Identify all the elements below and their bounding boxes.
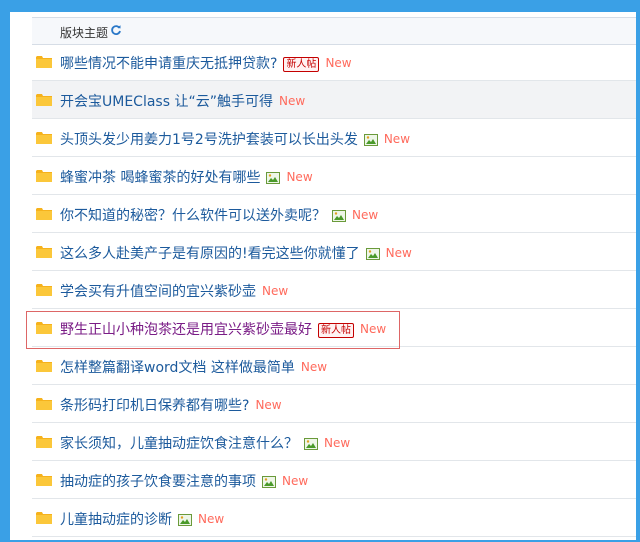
thread-row: 家长须知，儿童抽动症饮食注意什么？ New: [32, 423, 636, 461]
thread-title-text: 哪些情况不能申请重庆无抵押贷款?: [60, 56, 278, 72]
new-label: New: [286, 170, 313, 184]
thread-title-link[interactable]: 学会买有升值空间的宜兴紫砂壶 New: [60, 281, 288, 301]
thread-title-text: 条形码打印机日保养都有哪些?: [60, 398, 250, 414]
folder-icon: [36, 512, 52, 524]
new-label: New: [324, 436, 351, 450]
thread-row: 哪些情况不能申请重庆无抵押贷款? 新人帖 New: [32, 43, 636, 81]
new-label: New: [385, 246, 412, 260]
thread-row: 儿童抽动症的诊断 New: [32, 499, 636, 537]
image-attachment-icon: [266, 172, 281, 184]
newbie-badge: 新人帖: [318, 323, 354, 338]
thread-title-text: 这么多人赴美产子是有原因的!看完这些你就懂了: [60, 246, 360, 262]
thread-title-link[interactable]: 怎样整篇翻译word文档 这样做最简单 New: [60, 357, 327, 377]
thread-title-text: 抽动症的孩子饮食要注意的事项: [60, 474, 256, 490]
folder-icon: [36, 246, 52, 258]
new-label: New: [262, 284, 289, 298]
image-attachment-icon: [178, 514, 192, 526]
thread-title-link[interactable]: 哪些情况不能申请重庆无抵押贷款? 新人帖 New: [60, 53, 352, 73]
thread-row: 你不知道的秘密？什么软件可以送外卖呢？ New: [32, 195, 636, 233]
thread-title-link[interactable]: 家长须知，儿童抽动症饮食注意什么？ New: [60, 433, 350, 453]
thread-row: 条形码打印机日保养都有哪些? New: [32, 385, 636, 423]
thread-list: 哪些情况不能申请重庆无抵押贷款? 新人帖 New 开会宝UMEClass 让“云”触手…: [32, 43, 636, 537]
folder-icon: [36, 284, 52, 296]
new-label: New: [383, 132, 411, 146]
thread-row: 学会买有升值空间的宜兴紫砂壶 New: [32, 271, 636, 309]
new-label: New: [282, 474, 309, 488]
image-attachment-icon: [363, 134, 378, 146]
thread-title-text: 学会买有升值空间的宜兴紫砂壶: [60, 284, 256, 300]
thread-title-text: 开会宝UMEClass 让“云”触手可得: [60, 94, 273, 110]
folder-icon: [36, 398, 52, 410]
thread-title-link[interactable]: 儿童抽动症的诊断 New: [60, 509, 224, 529]
folder-icon: [36, 94, 52, 106]
thread-row: 这么多人赴美产子是有原因的!看完这些你就懂了 New: [32, 233, 636, 271]
refresh-icon[interactable]: [110, 24, 122, 36]
thread-title-link[interactable]: 开会宝UMEClass 让“云”触手可得 New: [60, 91, 305, 111]
image-attachment-icon: [304, 438, 318, 450]
thread-title-text: 家长须知，儿童抽动症饮食注意什么？: [60, 436, 298, 452]
new-label: New: [300, 360, 328, 374]
thread-row: 抽动症的孩子饮食要注意的事项 New: [32, 461, 636, 499]
thread-title-link[interactable]: 抽动症的孩子饮食要注意的事项 New: [60, 471, 308, 491]
folder-icon: [36, 436, 52, 448]
thread-title-text: 蜂蜜冲茶 喝蜂蜜茶的好处有哪些: [60, 170, 261, 186]
new-label: New: [325, 56, 352, 70]
new-label: New: [360, 322, 387, 336]
new-label: New: [255, 398, 282, 412]
thread-title-link[interactable]: 这么多人赴美产子是有原因的!看完这些你就懂了 New: [60, 243, 412, 263]
thread-row: 怎样整篇翻译word文档 这样做最简单 New: [32, 347, 636, 385]
new-label: New: [352, 208, 379, 222]
thread-title-link[interactable]: 野生正山小种泡茶还是用宜兴紫砂壶最好 新人帖 New: [60, 319, 386, 339]
image-attachment-icon: [262, 476, 276, 488]
image-attachment-icon: [332, 210, 346, 222]
thread-title-link[interactable]: 头顶头发少用姜力1号2号洗护套装可以长出头发 New: [60, 129, 410, 149]
folder-icon: [36, 56, 52, 68]
thread-row: 蜂蜜冲茶 喝蜂蜜茶的好处有哪些 New: [32, 157, 636, 195]
thread-title-text: 儿童抽动症的诊断: [60, 512, 172, 528]
forum-thread-panel: 版块主题 哪些情况不能申请重庆无抵押贷款? 新人帖 New 开会宝UMEClass 让…: [10, 12, 636, 540]
new-label: New: [198, 512, 225, 526]
thread-title-link[interactable]: 蜂蜜冲茶 喝蜂蜜茶的好处有哪些 New: [60, 167, 313, 187]
folder-icon: [36, 132, 52, 144]
thread-title-text: 野生正山小种泡茶还是用宜兴紫砂壶最好: [60, 322, 312, 338]
thread-row: 开会宝UMEClass 让“云”触手可得 New: [32, 81, 636, 119]
thread-row: 头顶头发少用姜力1号2号洗护套装可以长出头发 New: [32, 119, 636, 157]
new-label: New: [278, 94, 306, 108]
folder-icon: [36, 474, 52, 486]
folder-icon: [36, 170, 52, 182]
folder-icon: [36, 360, 52, 372]
thread-title-text: 头顶头发少用姜力1号2号洗护套装可以长出头发: [60, 132, 358, 148]
folder-icon: [36, 322, 52, 334]
thread-title-link[interactable]: 你不知道的秘密？什么软件可以送外卖呢？ New: [60, 205, 378, 225]
thread-title-text: 怎样整篇翻译word文档 这样做最简单: [60, 360, 295, 376]
folder-icon: [36, 208, 52, 220]
thread-list-header: 版块主题: [32, 17, 636, 45]
thread-title-link[interactable]: 条形码打印机日保养都有哪些? New: [60, 395, 282, 415]
thread-title-text: 你不知道的秘密？什么软件可以送外卖呢？: [60, 208, 326, 224]
header-title: 版块主题: [60, 26, 109, 40]
newbie-badge: 新人帖: [283, 57, 320, 72]
thread-row: 野生正山小种泡茶还是用宜兴紫砂壶最好 新人帖 New: [32, 309, 636, 347]
image-attachment-icon: [365, 248, 380, 260]
